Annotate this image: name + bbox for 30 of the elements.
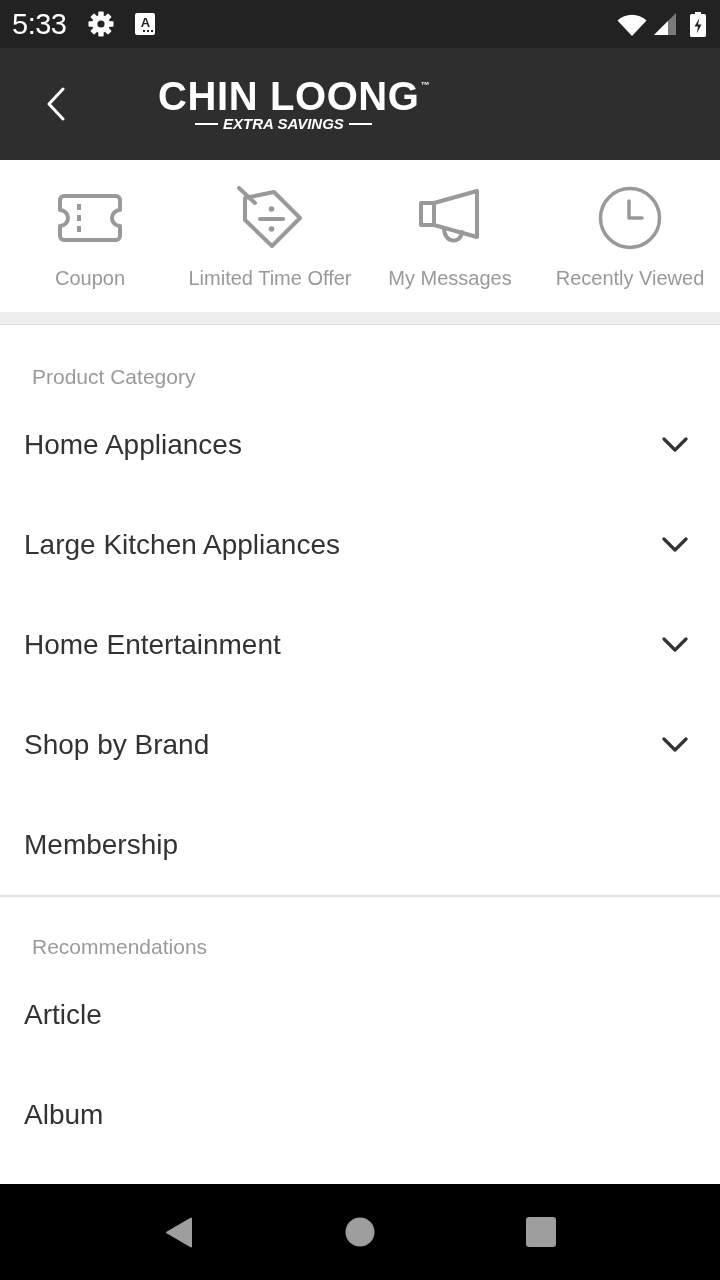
ticket-icon	[57, 193, 123, 243]
clock-icon	[598, 186, 662, 250]
tag-icon	[236, 186, 304, 250]
menu-item[interactable]: Album	[0, 1065, 720, 1165]
chevron-left-icon	[46, 87, 66, 121]
chevron-down-icon	[662, 737, 688, 753]
chevron-down-icon	[662, 537, 688, 553]
trademark-symbol: ™	[420, 80, 430, 90]
circle-icon	[345, 1217, 375, 1247]
section-heading: Product Category	[32, 365, 196, 389]
chevron-down-icon	[662, 637, 688, 653]
battery-icon	[690, 11, 706, 37]
status-time: 5:33	[12, 9, 67, 39]
settings-icon	[88, 11, 115, 37]
menu-item[interactable]: Large Kitchen Appliances	[0, 495, 720, 595]
chevron-down-icon	[662, 437, 688, 453]
menu-item[interactable]: Home Appliances	[0, 395, 720, 495]
menu-item[interactable]: Membership	[0, 795, 720, 895]
logo-tagline: EXTRA SAVINGS	[223, 116, 344, 132]
menu-item[interactable]: Shop by Brand	[0, 695, 720, 795]
logo-wordmark: CHIN LOONG	[158, 76, 420, 116]
triangle-icon	[164, 1215, 194, 1249]
back-button[interactable]	[46, 87, 66, 121]
signal-icon	[654, 13, 676, 35]
menu-item[interactable]: Article	[0, 965, 720, 1065]
section-heading: Recommendations	[32, 935, 208, 959]
letter-icon: A	[135, 13, 156, 35]
wifi-icon	[617, 12, 647, 36]
menu-item[interactable]: Home Entertainment	[0, 595, 720, 695]
square-icon	[526, 1217, 556, 1247]
